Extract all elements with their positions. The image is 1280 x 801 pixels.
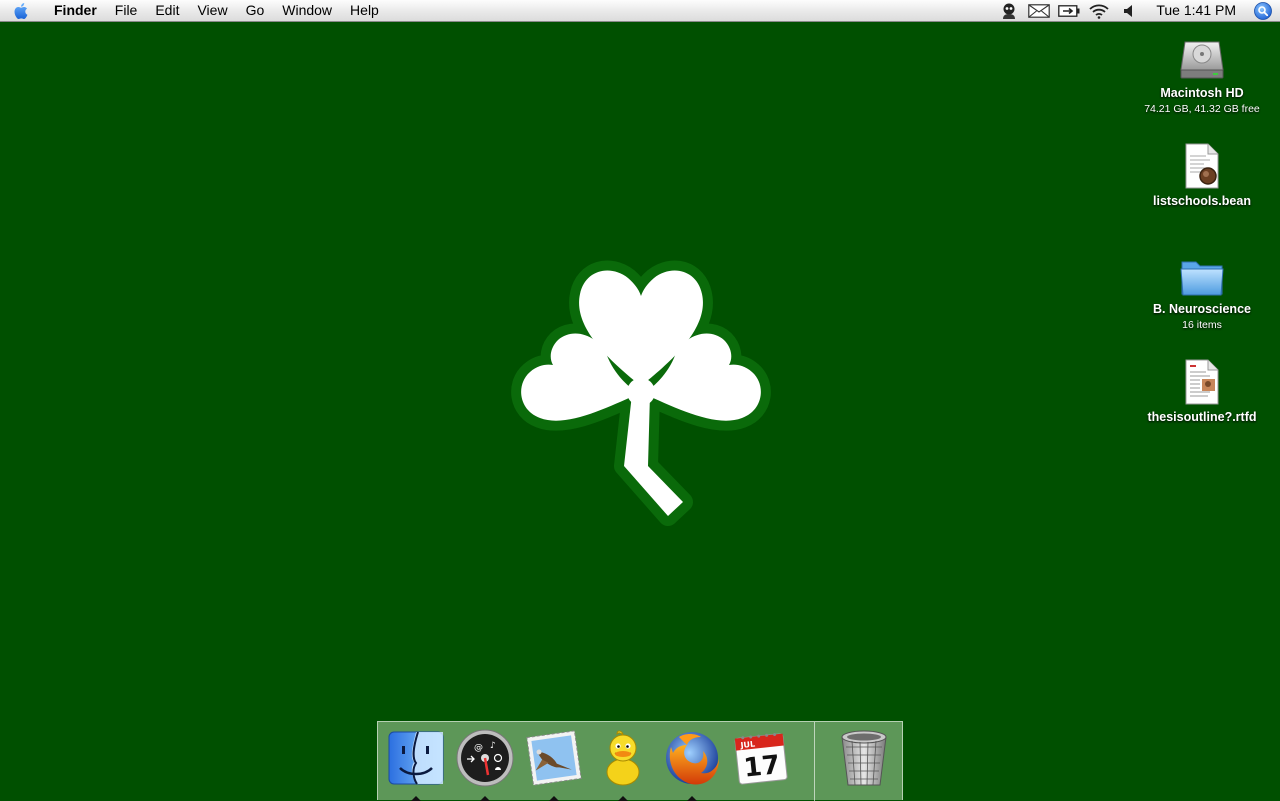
- finder-icon: [388, 731, 444, 785]
- menu-clock[interactable]: Tue 1:41 PM: [1144, 0, 1250, 21]
- menu-view[interactable]: View: [188, 0, 236, 21]
- menu-file[interactable]: File: [106, 0, 147, 21]
- user-icon[interactable]: [994, 0, 1024, 21]
- menu-edit[interactable]: Edit: [146, 0, 188, 21]
- dock-finder[interactable]: [384, 726, 448, 801]
- wifi-icon[interactable]: [1084, 0, 1114, 21]
- dock: @ ♪ JUL 17: [377, 721, 903, 801]
- calendar-day: 17: [742, 750, 781, 784]
- running-indicator: [480, 796, 490, 801]
- document-icon: [1176, 138, 1228, 190]
- desktop-icon-label: B. Neuroscience: [1153, 302, 1251, 316]
- folder-icon: [1176, 246, 1228, 298]
- desktop-icon-b-neuroscience[interactable]: B. Neuroscience 16 items: [1127, 246, 1277, 331]
- dock-trash[interactable]: [832, 726, 896, 790]
- apple-menu-icon[interactable]: [0, 0, 44, 21]
- mail-icon[interactable]: [1024, 0, 1054, 21]
- menu-go[interactable]: Go: [237, 0, 274, 21]
- desktop-icon-thesisoutline[interactable]: thesisoutline?.rtfd: [1127, 354, 1277, 424]
- menu-help[interactable]: Help: [341, 0, 388, 21]
- dock-ical[interactable]: JUL 17: [729, 726, 793, 790]
- desktop-icon-macintosh-hd[interactable]: Macintosh HD 74.21 GB, 41.32 GB free: [1127, 30, 1277, 115]
- running-indicator: [618, 796, 628, 801]
- desktop-icon-label: Macintosh HD: [1160, 86, 1244, 100]
- desktop-icon-label: listschools.bean: [1153, 194, 1251, 208]
- menu-finder[interactable]: Finder: [44, 0, 106, 21]
- menu-bar: Finder File Edit View Go Window Help Tue…: [0, 0, 1280, 22]
- calendar-icon: JUL 17: [734, 732, 788, 785]
- firefox-icon: [666, 732, 719, 785]
- dock-mail[interactable]: [522, 726, 586, 801]
- svg-text:♪: ♪: [490, 741, 496, 751]
- desktop-icon-info: 16 items: [1182, 319, 1222, 331]
- dock-adium[interactable]: [591, 726, 655, 801]
- running-indicator: [687, 796, 697, 801]
- battery-icon[interactable]: [1054, 0, 1084, 21]
- svg-text:@: @: [474, 743, 483, 753]
- adium-duck-icon: [606, 730, 640, 786]
- running-indicator: [411, 796, 421, 801]
- dock-firefox[interactable]: [660, 726, 724, 801]
- shamrock-wallpaper-graphic: [511, 260, 771, 526]
- rtf-document-icon: [1176, 354, 1228, 406]
- dock-separator: [814, 722, 815, 801]
- dashboard-icon: @ ♪: [456, 729, 514, 787]
- running-indicator: [549, 796, 559, 801]
- desktop-icon-label: thesisoutline?.rtfd: [1147, 410, 1257, 424]
- hard-drive-icon: [1176, 30, 1228, 82]
- mail-app-icon: [526, 730, 582, 786]
- spotlight-search-icon[interactable]: [1250, 0, 1276, 21]
- dock-dashboard[interactable]: @ ♪: [453, 726, 517, 801]
- volume-icon[interactable]: [1114, 0, 1144, 21]
- desktop-icon-info: 74.21 GB, 41.32 GB free: [1144, 103, 1260, 115]
- desktop-icon-listschools[interactable]: listschools.bean: [1127, 138, 1277, 208]
- trash-icon: [841, 730, 887, 786]
- menu-window[interactable]: Window: [273, 0, 341, 21]
- calendar-month: JUL: [739, 740, 755, 751]
